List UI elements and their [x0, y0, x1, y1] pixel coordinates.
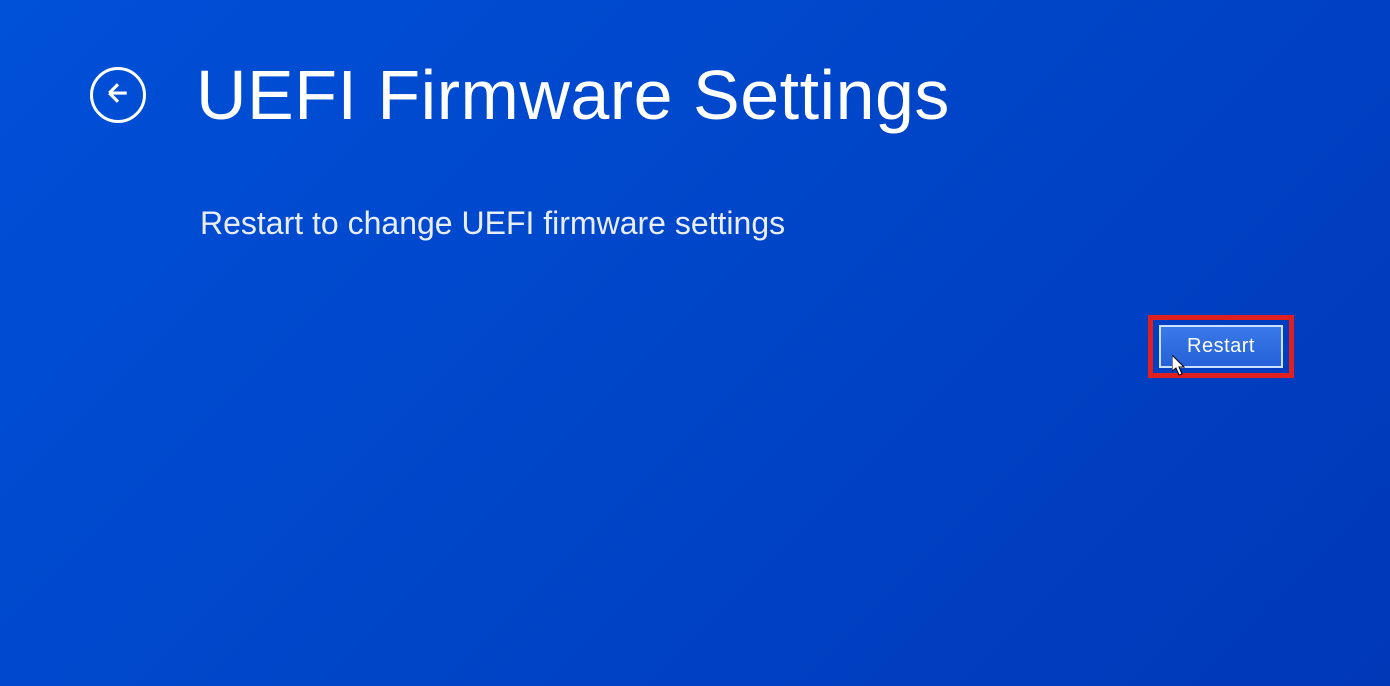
header: UEFI Firmware Settings — [0, 0, 1390, 135]
restart-button[interactable]: Restart — [1159, 325, 1283, 368]
arrow-left-icon — [103, 78, 133, 113]
page-title: UEFI Firmware Settings — [196, 55, 950, 135]
action-area: Restart — [1148, 315, 1294, 378]
back-button[interactable] — [90, 67, 146, 123]
description-text: Restart to change UEFI firmware settings — [0, 135, 1390, 242]
highlight-annotation: Restart — [1148, 315, 1294, 378]
